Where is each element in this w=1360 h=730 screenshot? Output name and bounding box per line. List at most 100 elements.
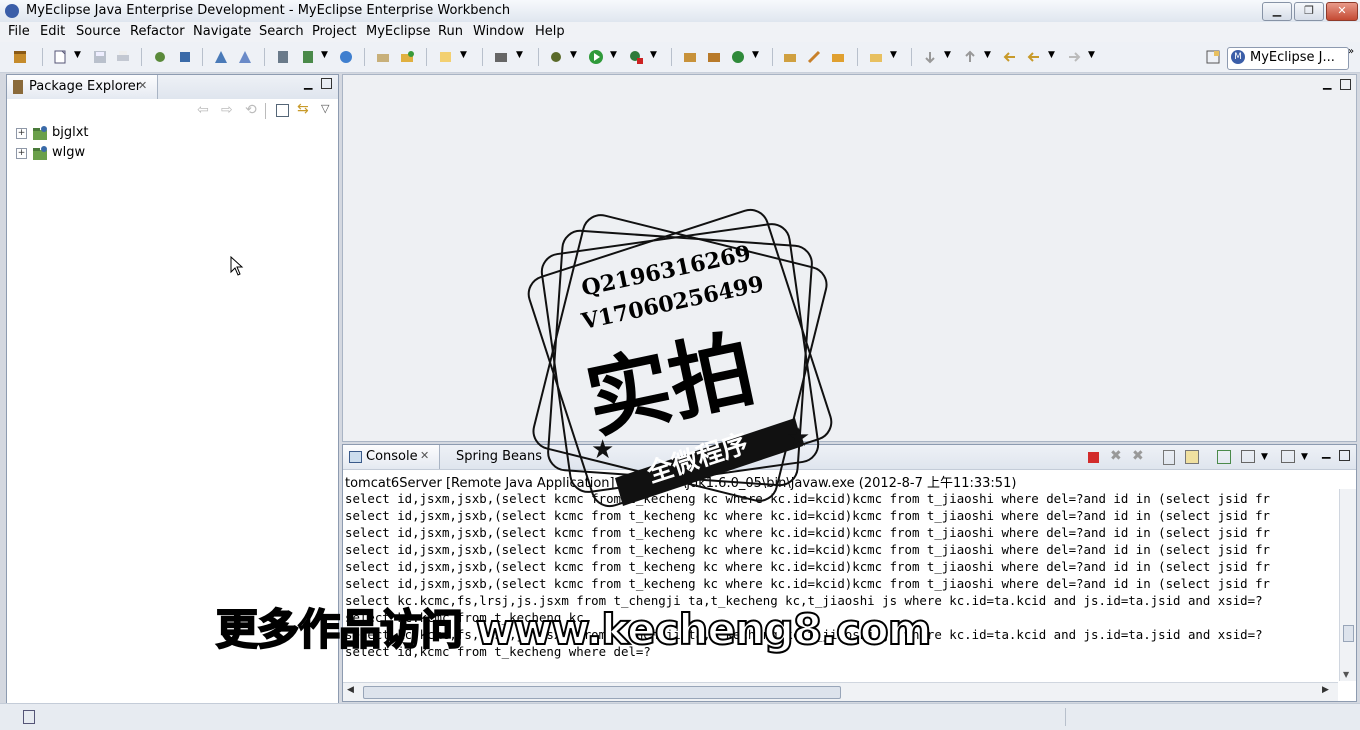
back-icon[interactable]	[1026, 49, 1042, 65]
close-icon[interactable]: ✕	[420, 449, 429, 462]
save-icon[interactable]	[92, 49, 108, 65]
perspective-myeclipse-button[interactable]: M MyEclipse J...	[1227, 47, 1349, 70]
chevron-down-icon[interactable]: ▼	[516, 50, 523, 60]
display-console-icon[interactable]	[1241, 450, 1255, 463]
remove-launch-icon[interactable]: ✖	[1110, 448, 1122, 464]
scroll-lock-icon[interactable]	[1185, 450, 1199, 464]
search-icon[interactable]	[806, 49, 822, 65]
fast-view-icon[interactable]	[23, 710, 35, 724]
open-type-icon[interactable]	[782, 49, 798, 65]
next-annotation-icon[interactable]	[922, 49, 938, 65]
restore-window-button[interactable]: ❐	[1294, 2, 1324, 21]
terminate-icon[interactable]	[1088, 452, 1099, 463]
debug-gear-icon[interactable]	[152, 49, 168, 65]
scroll-right-icon[interactable]: ▶	[1322, 685, 1329, 695]
chevron-down-icon[interactable]: ▼	[1301, 452, 1308, 462]
prev-annotation-icon[interactable]	[962, 49, 978, 65]
open-folder-icon[interactable]	[375, 49, 391, 65]
last-edit-icon[interactable]	[1002, 49, 1018, 65]
new-folder-icon[interactable]	[399, 49, 415, 65]
scrollbar-thumb[interactable]	[1343, 625, 1354, 642]
forward-arrow-icon[interactable]: ⇨	[221, 102, 233, 118]
back-arrow-icon[interactable]: ⇦	[197, 102, 209, 118]
camera-icon[interactable]	[493, 49, 509, 65]
print-icon[interactable]	[115, 49, 131, 65]
chevron-down-icon[interactable]: ▼	[1088, 50, 1095, 60]
scrollbar-thumb[interactable]	[363, 686, 841, 699]
chevron-down-icon[interactable]: ▼	[74, 50, 81, 60]
menu-search[interactable]: Search	[259, 24, 304, 39]
remove-all-icon[interactable]: ✖	[1132, 448, 1144, 464]
tab-package-explorer[interactable]: Package Explorer ✕	[7, 75, 158, 99]
deploy-icon[interactable]	[213, 49, 229, 65]
chevron-down-icon[interactable]: ▼	[890, 50, 897, 60]
menu-navigate[interactable]: Navigate	[193, 24, 251, 39]
forward-icon[interactable]	[1066, 49, 1082, 65]
server-start-icon[interactable]	[275, 49, 291, 65]
folder-icon[interactable]	[868, 49, 884, 65]
debug-icon[interactable]	[548, 49, 564, 65]
chevron-down-icon[interactable]: ▼	[1261, 452, 1268, 462]
run-icon[interactable]	[588, 49, 604, 65]
minimize-view-icon[interactable]: ▁	[1323, 77, 1331, 90]
new-package-icon[interactable]	[706, 49, 722, 65]
maximize-view-icon[interactable]	[1340, 79, 1351, 90]
tree-item-project[interactable]: + wlgw	[16, 145, 316, 163]
console-line: select id,jsxm,jsxb,(select kcmc from t_…	[345, 525, 1271, 540]
console-vertical-scrollbar[interactable]: ▼	[1339, 489, 1356, 681]
redeploy-icon[interactable]	[237, 49, 253, 65]
globe-icon[interactable]	[338, 49, 354, 65]
open-perspective-icon[interactable]	[1205, 49, 1221, 65]
chevron-down-icon[interactable]: ▼	[570, 50, 577, 60]
perspective-overflow-icon[interactable]: »	[1348, 46, 1354, 57]
chevron-down-icon[interactable]: ▼	[984, 50, 991, 60]
menu-refactor[interactable]: Refactor	[130, 24, 185, 39]
menu-help[interactable]: Help	[535, 24, 565, 39]
watermark-website-banner: 更多作品访问 www.kecheng8.com	[215, 604, 933, 655]
chevron-down-icon[interactable]: ▼	[321, 50, 328, 60]
maximize-view-icon[interactable]	[1339, 450, 1350, 461]
menu-source[interactable]: Source	[76, 24, 121, 39]
new-icon[interactable]	[52, 49, 68, 65]
menu-project[interactable]: Project	[312, 24, 356, 39]
console-horizontal-scrollbar[interactable]: ◀ ▶	[343, 682, 1338, 701]
collapse-all-icon[interactable]	[276, 104, 289, 117]
clear-console-icon[interactable]	[1163, 450, 1175, 465]
minimize-window-button[interactable]: ▁	[1262, 2, 1292, 21]
server-icon[interactable]	[177, 49, 193, 65]
chevron-down-icon[interactable]: ▼	[752, 50, 759, 60]
new-wizard-icon[interactable]	[438, 49, 454, 65]
open-task-icon[interactable]	[830, 49, 846, 65]
menu-run[interactable]: Run	[438, 24, 463, 39]
chevron-down-icon[interactable]: ▼	[650, 50, 657, 60]
tree-item-project[interactable]: + bjglxt	[16, 125, 316, 143]
chevron-down-icon[interactable]: ▼	[1048, 50, 1055, 60]
maximize-view-icon[interactable]	[321, 78, 332, 89]
pin-console-icon[interactable]	[1217, 450, 1231, 464]
link-with-editor-icon[interactable]: ⇆	[297, 101, 309, 117]
new-class-icon[interactable]	[730, 49, 746, 65]
chevron-down-icon[interactable]: ▼	[944, 50, 951, 60]
close-window-button[interactable]: ✕	[1326, 2, 1358, 21]
package-icon[interactable]	[12, 49, 28, 65]
external-tools-icon[interactable]	[628, 49, 644, 65]
minimize-view-icon[interactable]: ▁	[304, 77, 312, 90]
chevron-down-icon[interactable]: ▼	[610, 50, 617, 60]
chevron-down-icon[interactable]: ▼	[460, 50, 467, 60]
up-icon[interactable]: ⟲	[245, 102, 257, 118]
menu-edit[interactable]: Edit	[40, 24, 65, 39]
expand-icon[interactable]: +	[16, 128, 27, 139]
open-console-icon[interactable]	[1281, 450, 1295, 463]
menu-window[interactable]: Window	[473, 24, 524, 39]
view-menu-icon[interactable]: ▽	[321, 102, 329, 115]
tab-console[interactable]: Console ✕	[343, 445, 440, 469]
menu-myeclipse[interactable]: MyEclipse	[366, 24, 431, 39]
server-config-icon[interactable]	[300, 49, 316, 65]
scroll-down-icon[interactable]: ▼	[1343, 670, 1349, 679]
menu-file[interactable]: File	[8, 24, 30, 39]
minimize-view-icon[interactable]: ▁	[1322, 446, 1330, 459]
expand-icon[interactable]: +	[16, 148, 27, 159]
close-icon[interactable]: ✕	[138, 79, 147, 92]
new-java-project-icon[interactable]	[682, 49, 698, 65]
scroll-left-icon[interactable]: ◀	[347, 685, 354, 695]
